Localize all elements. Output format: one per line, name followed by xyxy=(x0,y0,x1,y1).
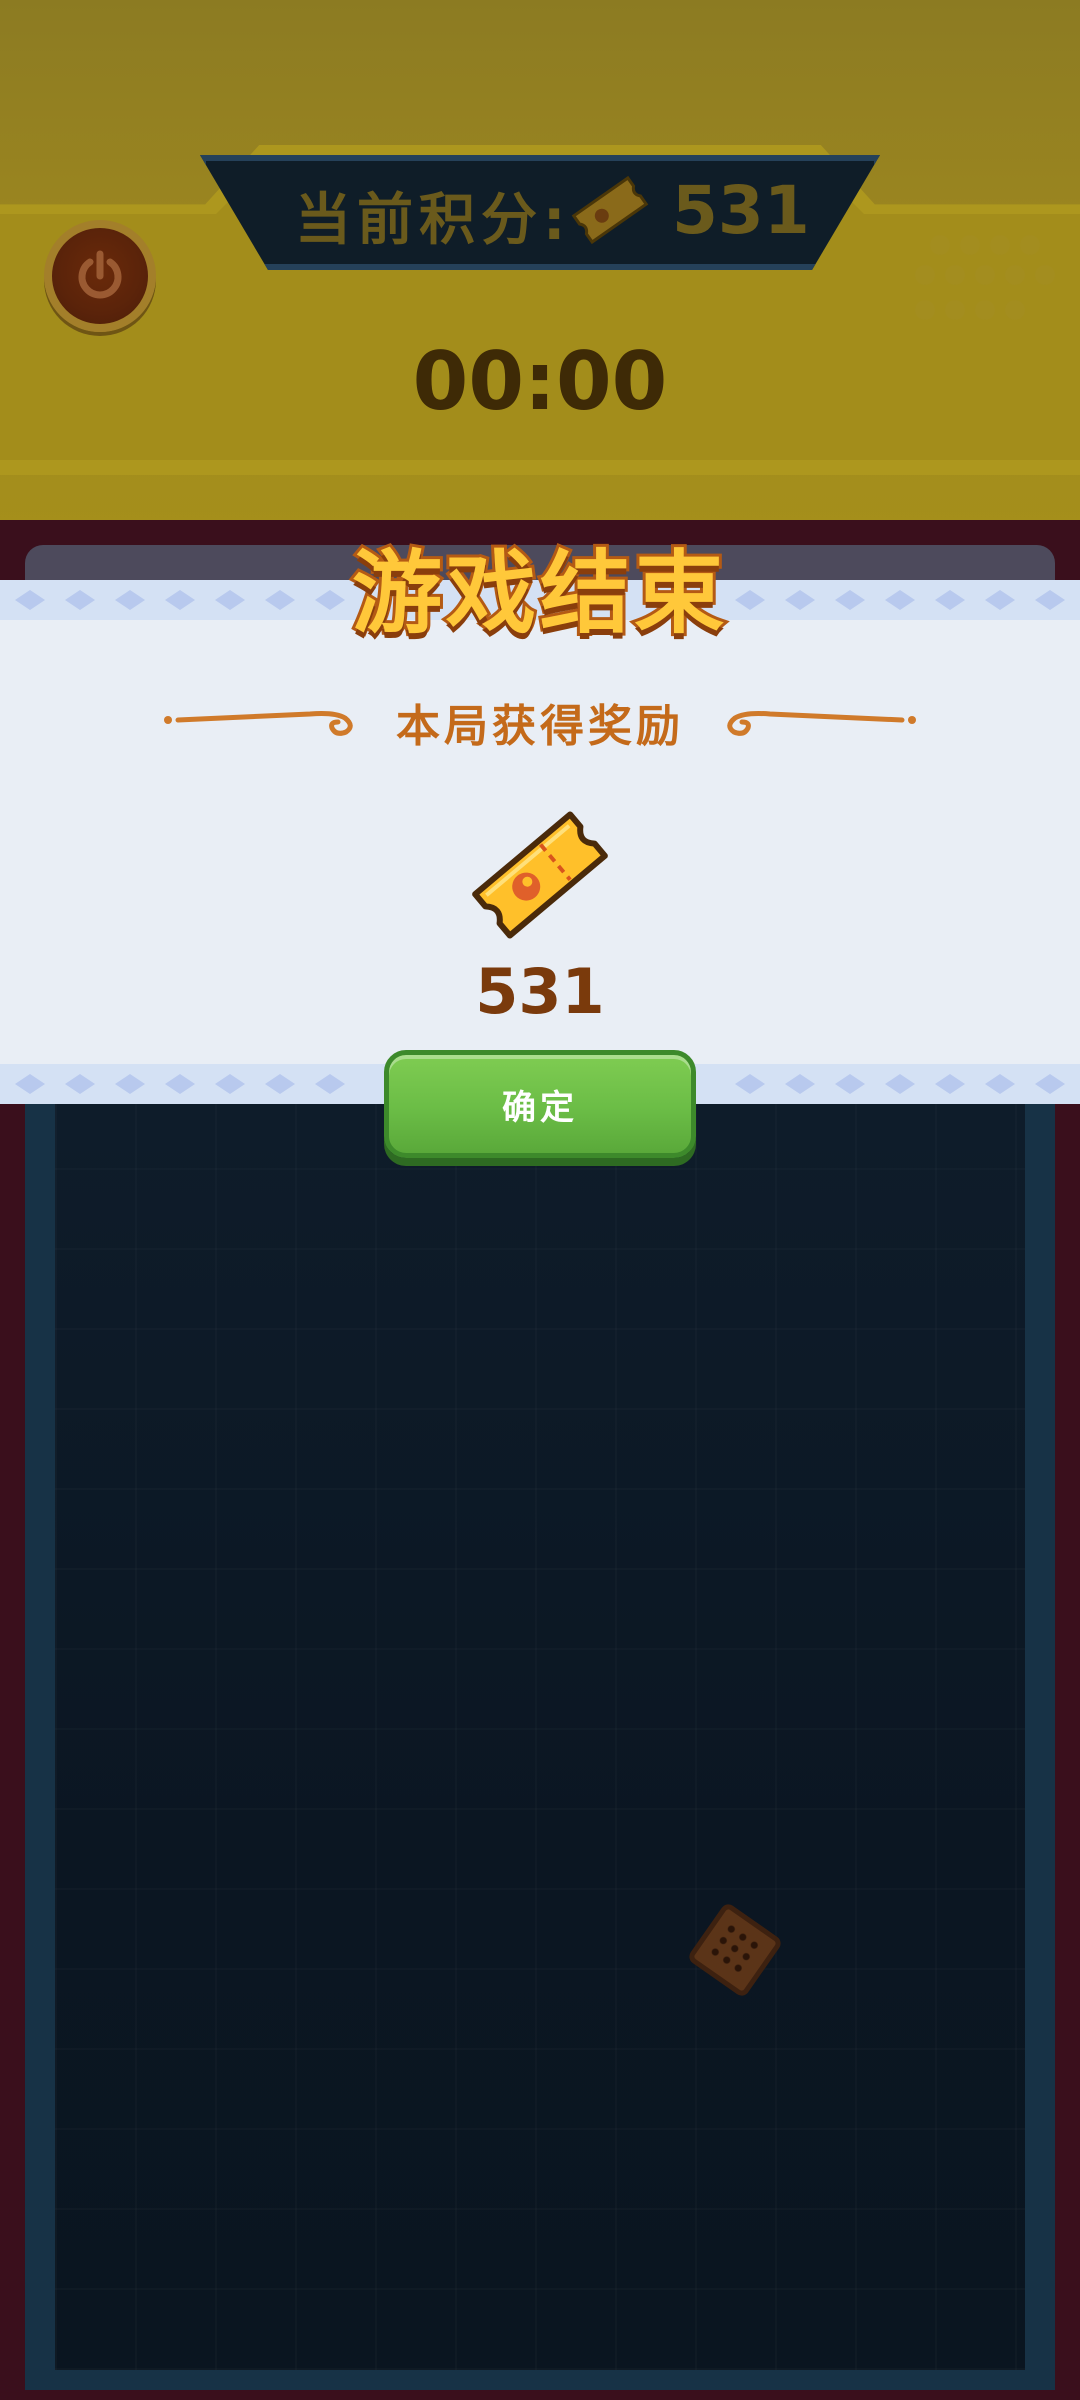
confirm-button[interactable]: 确定 xyxy=(384,1050,696,1158)
swirl-right-icon xyxy=(727,711,916,736)
ticket-icon xyxy=(571,175,649,245)
dots-decoration xyxy=(915,235,1055,320)
score-label: 当前积分: xyxy=(295,188,572,253)
ticket-icon xyxy=(472,811,608,939)
score-value: 531 xyxy=(672,172,810,249)
reward-subtitle-row: 本局获得奖励 xyxy=(0,690,1080,752)
power-icon xyxy=(78,250,122,299)
power-button[interactable] xyxy=(44,220,156,332)
modal-title: 游戏结束 xyxy=(349,538,728,649)
playfield xyxy=(25,1100,1055,2390)
timer: 00:00 xyxy=(412,335,668,428)
reward-value: 531 xyxy=(475,955,605,1028)
